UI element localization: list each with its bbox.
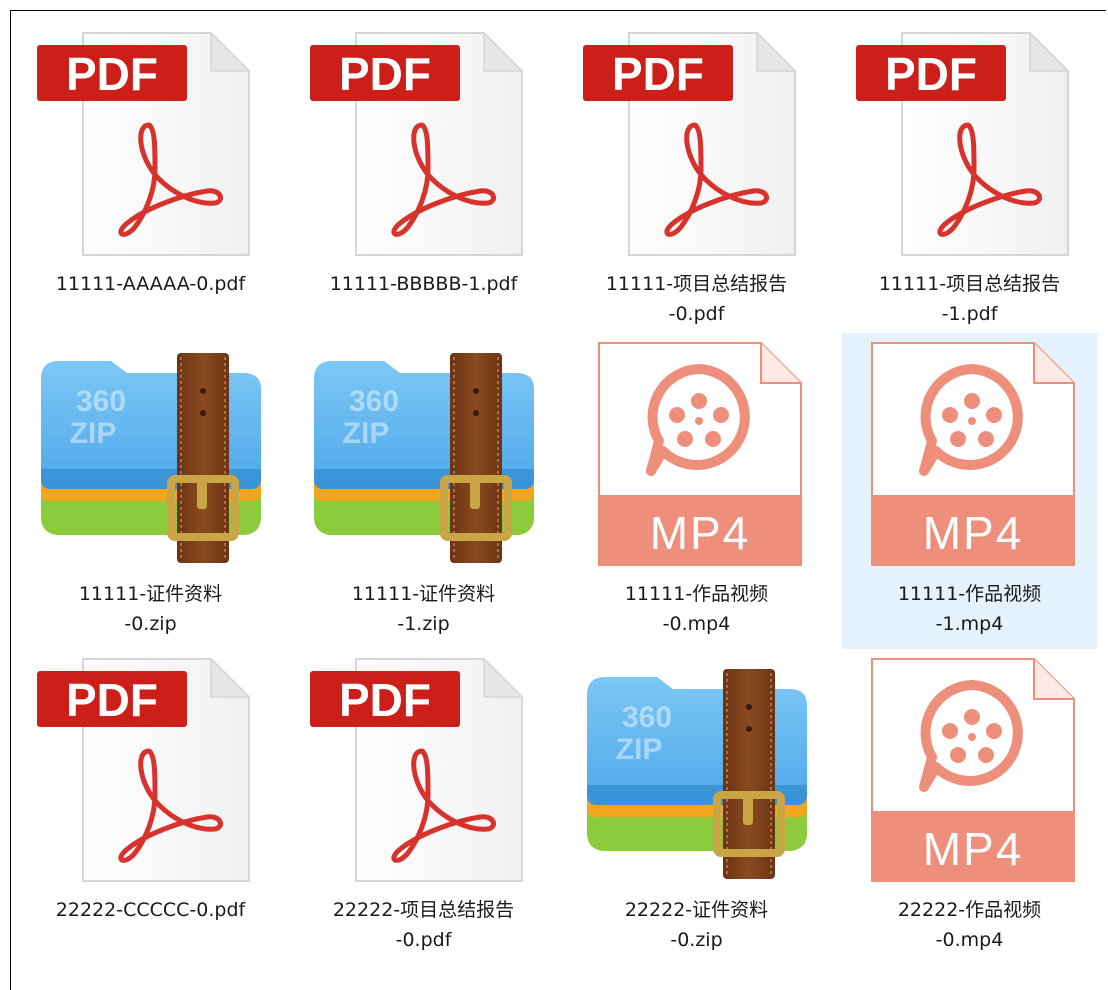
svg-text:MP4: MP4 [649,507,750,559]
svg-text:ZIP: ZIP [615,733,662,766]
svg-text:PDF: PDF [885,48,977,100]
mp4-video-file-icon: MP4 [850,655,1090,885]
file-name-label: 11111-作品视频 -0.mp4 [624,583,769,635]
file-name-label: 11111-证件资料 -1.zip [351,583,496,635]
file-item-mp4[interactable]: MP4 11111-作品视频 -0.mp4 [569,333,824,649]
360zip-archive-icon: 360 ZIP [31,339,271,569]
file-name-label: 11111-项目总结报告 -0.pdf [605,273,788,325]
file-item-pdf[interactable]: PDF 11111-项目总结报告 -0.pdf [569,23,824,333]
file-grid: PDF 11111-AAAAA-0.pdf PDF 11111-BBBBB-1.… [23,23,1108,979]
file-name-label: 11111-AAAAA-0.pdf [55,273,246,295]
pdf-file-icon: PDF [304,655,544,885]
svg-text:ZIP: ZIP [69,417,116,450]
file-name-label: 11111-证件资料 -0.zip [78,583,223,635]
svg-text:PDF: PDF [339,48,431,100]
svg-text:PDF: PDF [612,48,704,100]
file-item-zip[interactable]: 360 ZIP 22222-证件资料 -0.zip [569,649,824,979]
file-item-mp4[interactable]: MP4 11111-作品视频 -1.mp4 [842,333,1097,649]
360zip-archive-icon: 360 ZIP [577,655,817,885]
file-name-label: 22222-CCCCC-0.pdf [55,899,246,921]
svg-text:MP4: MP4 [922,823,1023,875]
svg-text:PDF: PDF [339,674,431,726]
file-name-label: 11111-作品视频 -1.mp4 [897,583,1042,635]
file-item-zip[interactable]: 360 ZIP 11111-证件资料 -0.zip [23,333,278,649]
mp4-video-file-icon: MP4 [577,339,817,569]
file-item-pdf[interactable]: PDF 11111-项目总结报告 -1.pdf [842,23,1097,333]
pdf-file-icon: PDF [304,29,544,259]
file-item-pdf[interactable]: PDF 11111-AAAAA-0.pdf [23,23,278,333]
file-name-label: 11111-BBBBB-1.pdf [329,273,518,295]
svg-text:PDF: PDF [66,48,158,100]
svg-text:ZIP: ZIP [342,417,389,450]
file-explorer-view: PDF 11111-AAAAA-0.pdf PDF 11111-BBBBB-1.… [10,10,1106,990]
file-name-label: 22222-证件资料 -0.zip [624,899,769,951]
svg-text:MP4: MP4 [922,507,1023,559]
pdf-file-icon: PDF [577,29,817,259]
svg-text:360: 360 [348,385,398,418]
mp4-video-file-icon: MP4 [850,339,1090,569]
file-item-pdf[interactable]: PDF 22222-CCCCC-0.pdf [23,649,278,979]
svg-text:PDF: PDF [66,674,158,726]
file-name-label: 22222-项目总结报告 -0.pdf [332,899,515,951]
pdf-file-icon: PDF [850,29,1090,259]
360zip-archive-icon: 360 ZIP [304,339,544,569]
file-item-zip[interactable]: 360 ZIP 11111-证件资料 -1.zip [296,333,551,649]
file-name-label: 22222-作品视频 -0.mp4 [897,899,1042,951]
svg-text:360: 360 [621,701,671,734]
file-item-pdf[interactable]: PDF 11111-BBBBB-1.pdf [296,23,551,333]
file-item-pdf[interactable]: PDF 22222-项目总结报告 -0.pdf [296,649,551,979]
pdf-file-icon: PDF [31,655,271,885]
svg-text:360: 360 [75,385,125,418]
file-item-mp4[interactable]: MP4 22222-作品视频 -0.mp4 [842,649,1097,979]
pdf-file-icon: PDF [31,29,271,259]
file-name-label: 11111-项目总结报告 -1.pdf [878,273,1061,325]
